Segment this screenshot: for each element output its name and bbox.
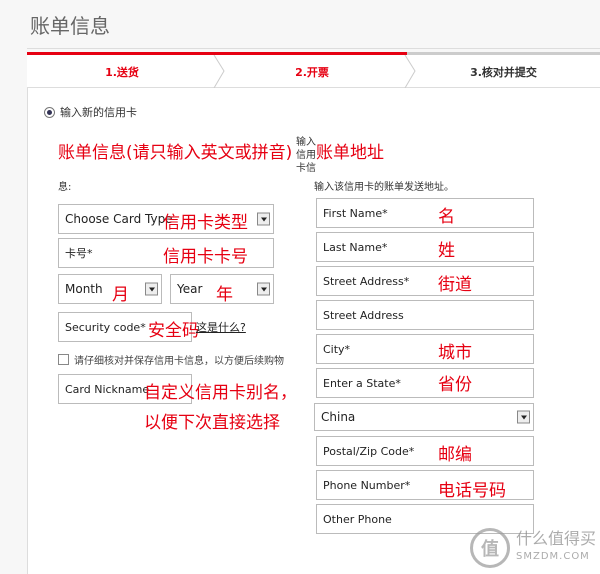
security-code-placeholder: Security code* xyxy=(65,320,146,334)
watermark-domain: SMZDM.COM xyxy=(516,551,590,562)
year-annotation: 年 xyxy=(216,285,233,305)
billing-address-annotation: 账单地址 xyxy=(316,143,384,163)
new-card-label: 输入新的信用卡 xyxy=(60,106,137,119)
step-separator-icon xyxy=(403,55,417,88)
step-separator-icon xyxy=(212,55,226,88)
site-watermark: 值 什么值得买 SMZDM.COM xyxy=(470,528,596,568)
street-address-2-field[interactable]: Street Address xyxy=(316,300,534,330)
state-placeholder: Enter a State* xyxy=(323,376,401,390)
phone-number-placeholder: Phone Number* xyxy=(323,478,411,492)
state-field[interactable]: Enter a State* xyxy=(316,368,534,398)
address-info-label: 输入该信用卡的账单发送地址。 xyxy=(314,182,454,193)
month-value: Month xyxy=(65,282,103,296)
other-phone-placeholder: Other Phone xyxy=(323,512,392,526)
step-shipping[interactable]: 1.送货 xyxy=(27,52,217,88)
postal-code-field[interactable]: Postal/Zip Code* xyxy=(316,436,534,466)
street-address-placeholder: Street Address* xyxy=(323,274,410,288)
city-placeholder: City* xyxy=(323,342,351,356)
security-code-annotation: 安全码 xyxy=(148,321,199,341)
nickname-annotation-line1: 自定义信用卡别名， xyxy=(144,383,297,403)
new-card-option[interactable]: 输入新的信用卡 xyxy=(44,104,137,120)
radio-selected-icon[interactable] xyxy=(44,106,55,118)
chevron-down-icon[interactable] xyxy=(145,282,158,296)
card-info-label: 输入信用卡信 xyxy=(296,137,316,174)
nickname-annotation-line2: 以便下次直接选择 xyxy=(144,413,280,433)
watermark-title: 什么值得买 xyxy=(516,529,597,548)
city-annotation: 城市 xyxy=(438,343,472,363)
step-review[interactable]: 3.核对并提交 xyxy=(407,52,600,88)
month-annotation: 月 xyxy=(112,285,129,305)
postal-code-annotation: 邮编 xyxy=(438,445,472,465)
card-nickname-placeholder: Card Nickname xyxy=(65,382,150,396)
billing-info-annotation: 账单信息(请只输入英文或拼音) xyxy=(58,143,293,163)
page-title: 账单信息 xyxy=(30,14,110,38)
save-card-label: 请仔细核对并保存信用卡信息，以方便后续购物 xyxy=(74,356,284,367)
chevron-down-icon[interactable] xyxy=(257,212,270,226)
card-number-placeholder: 卡号* xyxy=(65,247,93,260)
chevron-down-icon[interactable] xyxy=(517,410,530,424)
first-name-annotation: 名 xyxy=(438,207,455,227)
security-code-help-link[interactable]: 这是什么? xyxy=(196,319,246,335)
last-name-placeholder: Last Name* xyxy=(323,240,388,254)
city-field[interactable]: City* xyxy=(316,334,534,364)
step-billing[interactable]: 2.开票 xyxy=(217,52,407,88)
card-type-value: Choose Card Type xyxy=(65,212,173,226)
month-select[interactable]: Month xyxy=(58,274,162,304)
street-address-annotation: 街道 xyxy=(438,275,472,295)
postal-code-placeholder: Postal/Zip Code* xyxy=(323,444,415,458)
country-select[interactable]: China xyxy=(314,403,534,431)
card-type-annotation: 信用卡类型 xyxy=(163,213,248,233)
first-name-placeholder: First Name* xyxy=(323,206,388,220)
last-name-annotation: 姓 xyxy=(438,241,455,261)
last-name-field[interactable]: Last Name* xyxy=(316,232,534,262)
state-annotation: 省份 xyxy=(438,375,472,395)
country-value: China xyxy=(321,410,356,424)
street-address-2-placeholder: Street Address xyxy=(323,308,404,322)
checkout-steps: 1.送货 2.开票 3.核对并提交 xyxy=(27,52,600,88)
street-address-field[interactable]: Street Address* xyxy=(316,266,534,296)
year-value: Year xyxy=(177,282,203,296)
save-card-option[interactable]: 请仔细核对并保存信用卡信息，以方便后续购物 xyxy=(58,352,284,367)
chevron-down-icon[interactable] xyxy=(257,282,270,296)
card-number-annotation: 信用卡卡号 xyxy=(163,247,248,267)
watermark-logo-icon: 值 xyxy=(470,528,510,568)
checkbox-icon[interactable] xyxy=(58,354,69,365)
first-name-field[interactable]: First Name* xyxy=(316,198,534,228)
title-divider xyxy=(27,48,600,49)
card-info-label-tail: 息: xyxy=(58,182,72,193)
phone-number-annotation: 电话号码 xyxy=(438,481,506,501)
